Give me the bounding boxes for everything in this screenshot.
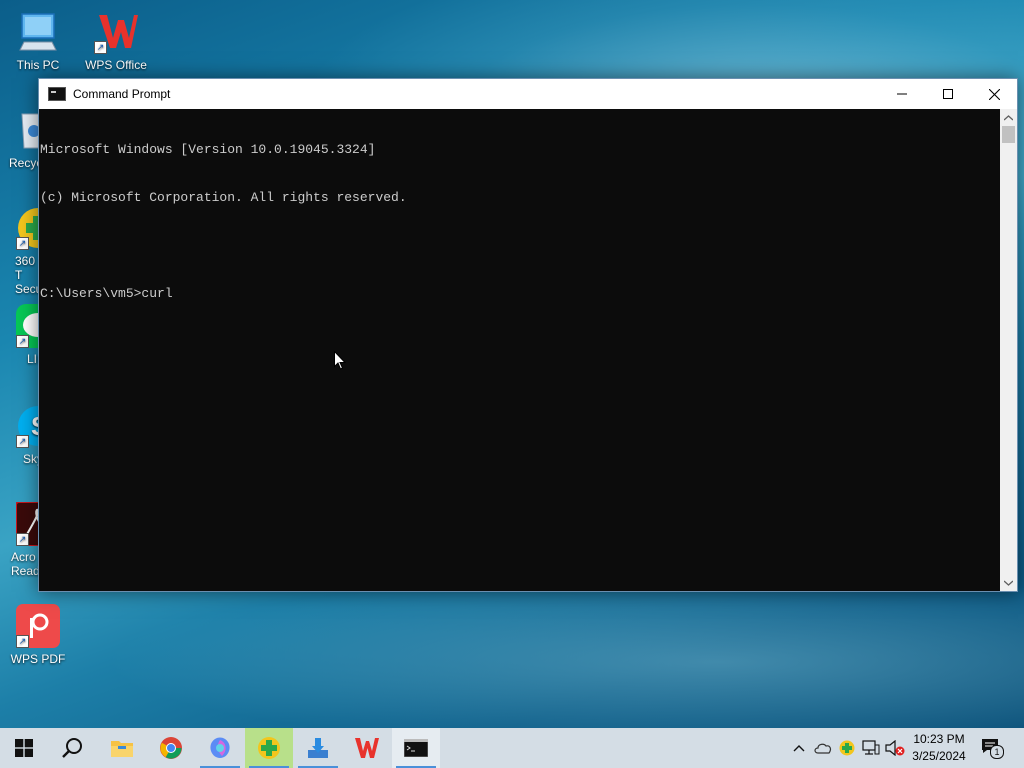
search-button[interactable] [48,728,96,768]
mouse-cursor-icon [334,351,346,370]
console-line: (c) Microsoft Corporation. All rights re… [40,190,407,205]
minimize-button[interactable] [879,79,925,109]
shortcut-arrow-icon: ↗ [94,41,107,54]
chrome-icon [160,737,182,759]
start-button[interactable] [0,728,48,768]
taskbar: 10:23 PM 3/25/2024 1 [0,728,1024,768]
notification-count-badge: 1 [990,745,1004,759]
windows-logo-icon [15,739,33,757]
taskbar-clock[interactable]: 10:23 PM 3/25/2024 [906,731,972,765]
folder-icon [111,741,133,757]
taskbar-copilot[interactable] [196,728,244,768]
chevron-up-icon [1004,114,1013,120]
chevron-down-icon [1004,580,1013,586]
action-center-button[interactable]: 1 [980,728,1004,768]
shortcut-arrow-icon: ↗ [16,237,29,250]
close-icon [988,88,1000,100]
desktop-icon-this-pc[interactable]: This PC [0,10,76,72]
clock-time: 10:23 PM [913,732,965,746]
desktop-icon-wps-office[interactable]: ↗ WPS Office [78,10,154,72]
tray-network[interactable] [860,728,882,768]
network-icon [862,740,880,755]
wps-office-icon: ↗ [94,10,138,54]
taskbar-installer[interactable] [294,728,342,768]
tray-volume-muted[interactable] [884,728,906,768]
show-hidden-icons-button[interactable] [790,728,808,768]
search-icon [62,738,82,758]
minimize-icon [897,93,907,95]
taskbar-360-security[interactable] [245,728,293,768]
scroll-up-button[interactable] [1000,109,1017,126]
close-button[interactable] [971,79,1017,109]
taskbar-file-explorer[interactable] [98,728,146,768]
console-line: Microsoft Windows [Version 10.0.19045.33… [40,142,376,157]
wps-office-icon [355,738,379,758]
wps-pdf-icon: ↗ [16,604,60,648]
vertical-scrollbar[interactable] [1000,109,1017,591]
scroll-down-button[interactable] [1000,574,1017,591]
desktop-icon-wps-pdf[interactable]: ↗ WPS PDF [0,604,76,666]
computer-icon [16,10,60,54]
360-security-icon [258,737,280,759]
console-output[interactable]: Microsoft Windows [Version 10.0.19045.33… [39,109,1000,591]
desktop-icon-label: WPS Office [85,58,147,72]
shortcut-arrow-icon: ↗ [16,335,29,348]
maximize-button[interactable] [925,79,971,109]
cloud-icon [814,743,832,754]
copilot-icon [210,737,230,758]
tray-360-security[interactable] [837,728,857,768]
window-titlebar[interactable]: Command Prompt [39,79,1017,109]
window-title: Command Prompt [73,87,171,101]
360-security-icon [839,740,855,756]
taskbar-chrome[interactable] [147,728,195,768]
maximize-icon [943,89,953,99]
shortcut-arrow-icon: ↗ [16,435,29,448]
speaker-muted-icon [885,740,905,756]
command-prompt-window[interactable]: Command Prompt Microsoft Windows [Versio… [38,78,1018,592]
console-prompt-line[interactable]: C:\Users\vm5>curl [40,286,1000,302]
clock-date: 3/25/2024 [912,749,966,763]
shortcut-arrow-icon: ↗ [16,533,29,546]
chevron-up-icon [793,745,805,752]
taskbar-command-prompt[interactable] [392,728,440,768]
download-installer-icon [308,738,328,758]
taskbar-wps-office[interactable] [343,728,391,768]
scrollbar-thumb[interactable] [1002,126,1015,143]
cmd-app-icon [48,87,66,101]
desktop-icon-label: This PC [16,58,60,72]
tray-onedrive[interactable] [812,728,834,768]
desktop-icon-label: WPS PDF [10,652,66,666]
cmd-icon [404,739,428,757]
shortcut-arrow-icon: ↗ [16,635,29,648]
